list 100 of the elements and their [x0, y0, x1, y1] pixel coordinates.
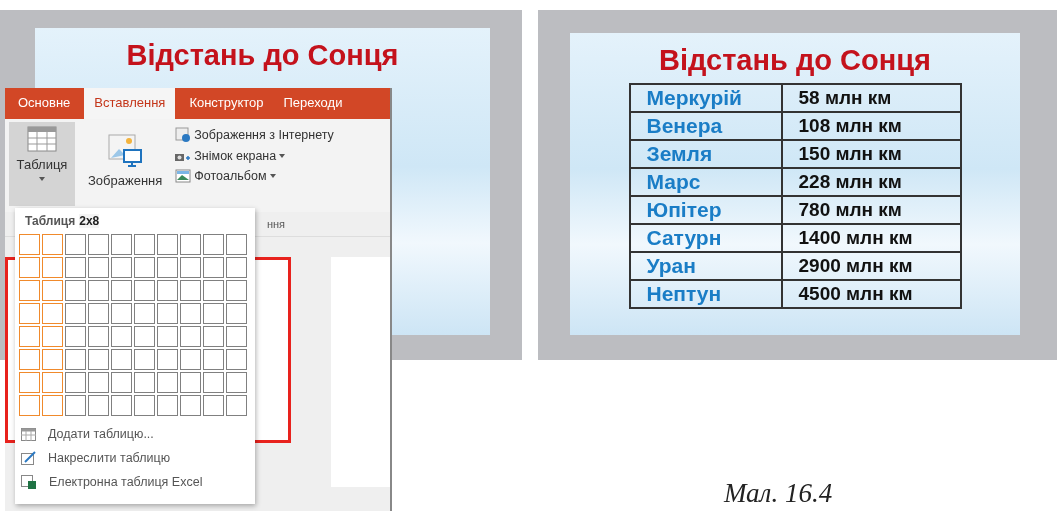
table-cell: 4500 млн км	[781, 280, 961, 308]
grid-cell[interactable]	[180, 234, 201, 255]
grid-cell[interactable]	[134, 303, 155, 324]
grid-cell[interactable]	[65, 303, 86, 324]
grid-cell[interactable]	[19, 257, 40, 278]
ribbon-button[interactable]: Зображення з Інтернету	[175, 126, 334, 144]
grid-cell[interactable]	[203, 303, 224, 324]
grid-cell[interactable]	[226, 349, 247, 370]
grid-cell[interactable]	[42, 303, 63, 324]
grid-cell[interactable]	[134, 257, 155, 278]
grid-cell[interactable]	[203, 234, 224, 255]
grid-cell[interactable]	[134, 349, 155, 370]
grid-cell[interactable]	[111, 349, 132, 370]
grid-cell[interactable]	[65, 234, 86, 255]
grid-cell[interactable]	[88, 257, 109, 278]
ribbon-tab[interactable]: Конструктор	[179, 88, 274, 119]
grid-cell[interactable]	[157, 372, 178, 393]
grid-cell[interactable]	[42, 280, 63, 301]
slide-title: Відстань до Сонця	[659, 43, 931, 77]
table-cell: 228 млн км	[781, 168, 961, 196]
grid-cell[interactable]	[111, 372, 132, 393]
grid-cell[interactable]	[180, 303, 201, 324]
grid-cell[interactable]	[180, 372, 201, 393]
grid-cell[interactable]	[180, 280, 201, 301]
grid-cell[interactable]	[88, 326, 109, 347]
grid-cell[interactable]	[42, 257, 63, 278]
grid-cell[interactable]	[88, 372, 109, 393]
menu-item[interactable]: Накреслити таблицю	[17, 446, 253, 470]
grid-cell[interactable]	[65, 280, 86, 301]
grid-cell[interactable]	[111, 257, 132, 278]
table-button[interactable]: Таблиця	[9, 122, 75, 206]
grid-cell[interactable]	[180, 349, 201, 370]
table-size-label: 2x8	[79, 214, 100, 228]
grid-cell[interactable]	[42, 372, 63, 393]
grid-cell[interactable]	[19, 372, 40, 393]
grid-cell[interactable]	[134, 395, 155, 416]
grid-cell[interactable]	[226, 395, 247, 416]
grid-cell[interactable]	[111, 395, 132, 416]
grid-cell[interactable]	[203, 280, 224, 301]
photo-album-icon	[175, 169, 192, 183]
grid-cell[interactable]	[203, 257, 224, 278]
grid-cell[interactable]	[65, 257, 86, 278]
table-cell: Сатурн	[629, 224, 782, 252]
grid-cell[interactable]	[19, 303, 40, 324]
grid-cell[interactable]	[65, 395, 86, 416]
ribbon-button[interactable]: Фотоальбом	[175, 168, 334, 184]
table-cell: Юпітер	[629, 196, 782, 224]
grid-cell[interactable]	[19, 326, 40, 347]
ribbon-tab[interactable]: Переходи	[273, 88, 353, 119]
grid-cell[interactable]	[157, 303, 178, 324]
grid-cell[interactable]	[88, 303, 109, 324]
grid-cell[interactable]	[65, 326, 86, 347]
ribbon-button[interactable]: Знімок екрана	[175, 148, 334, 164]
grid-cell[interactable]	[134, 326, 155, 347]
grid-cell[interactable]	[134, 372, 155, 393]
grid-cell[interactable]	[157, 257, 178, 278]
grid-cell[interactable]	[203, 395, 224, 416]
table-cell: 2900 млн км	[781, 252, 961, 280]
grid-cell[interactable]	[226, 372, 247, 393]
grid-cell[interactable]	[203, 326, 224, 347]
grid-cell[interactable]	[157, 326, 178, 347]
grid-cell[interactable]	[203, 372, 224, 393]
grid-cell[interactable]	[226, 234, 247, 255]
menu-item[interactable]: Додати таблицю...	[17, 422, 253, 446]
grid-cell[interactable]	[157, 395, 178, 416]
grid-cell[interactable]	[180, 326, 201, 347]
grid-cell[interactable]	[65, 349, 86, 370]
grid-cell[interactable]	[19, 395, 40, 416]
grid-cell[interactable]	[203, 349, 224, 370]
grid-cell[interactable]	[88, 395, 109, 416]
grid-cell[interactable]	[134, 234, 155, 255]
table-cell: Нептун	[629, 280, 782, 308]
grid-cell[interactable]	[111, 234, 132, 255]
grid-cell[interactable]	[226, 280, 247, 301]
grid-cell[interactable]	[180, 395, 201, 416]
grid-cell[interactable]	[19, 349, 40, 370]
grid-cell[interactable]	[42, 326, 63, 347]
grid-cell[interactable]	[111, 326, 132, 347]
grid-cell[interactable]	[180, 257, 201, 278]
grid-cell[interactable]	[88, 349, 109, 370]
grid-cell[interactable]	[226, 257, 247, 278]
grid-cell[interactable]	[88, 280, 109, 301]
ribbon-tab[interactable]: Вставлення	[84, 88, 176, 119]
grid-cell[interactable]	[65, 372, 86, 393]
grid-cell[interactable]	[42, 395, 63, 416]
grid-cell[interactable]	[88, 234, 109, 255]
menu-item[interactable]: Електронна таблиця Excel	[17, 470, 253, 494]
grid-cell[interactable]	[157, 280, 178, 301]
grid-cell[interactable]	[157, 234, 178, 255]
grid-cell[interactable]	[226, 303, 247, 324]
grid-cell[interactable]	[19, 234, 40, 255]
ribbon-tab[interactable]: Основне	[8, 88, 81, 119]
grid-cell[interactable]	[226, 326, 247, 347]
grid-cell[interactable]	[19, 280, 40, 301]
grid-cell[interactable]	[157, 349, 178, 370]
grid-cell[interactable]	[42, 349, 63, 370]
grid-cell[interactable]	[111, 303, 132, 324]
grid-cell[interactable]	[42, 234, 63, 255]
grid-cell[interactable]	[134, 280, 155, 301]
grid-cell[interactable]	[111, 280, 132, 301]
